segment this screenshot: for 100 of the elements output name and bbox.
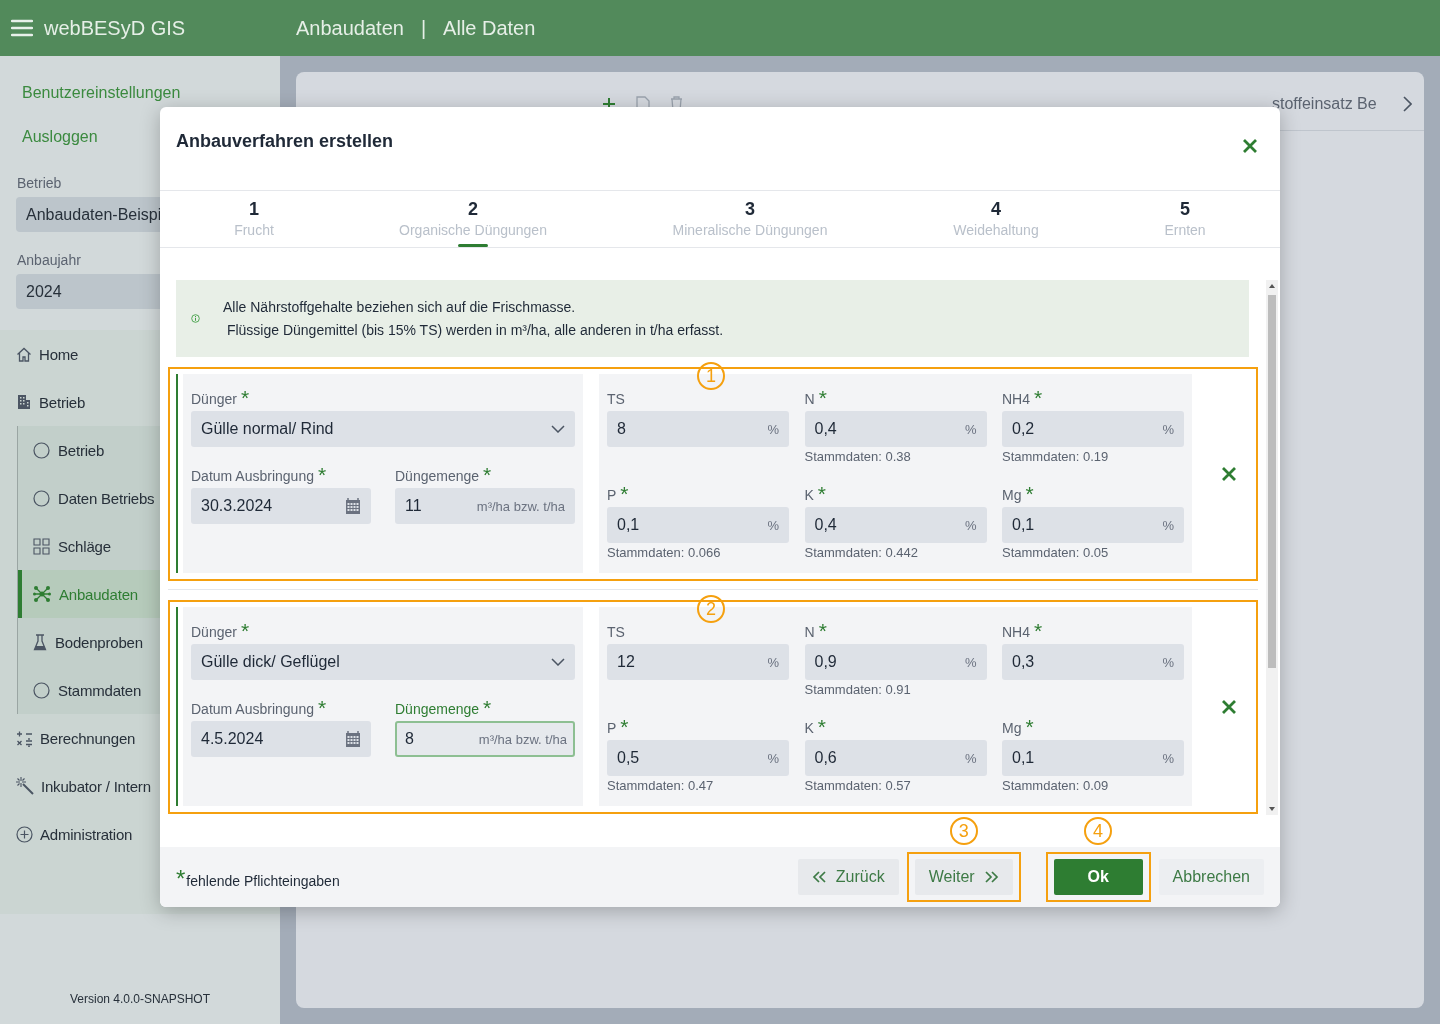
unit-label: % — [767, 517, 779, 533]
unit-label: % — [767, 654, 779, 670]
required-mark: * — [818, 620, 827, 641]
double-chevron-left-icon — [811, 871, 826, 883]
input-field[interactable]: 11 m³/ha bzw. t/ha — [395, 488, 575, 524]
next-button[interactable]: Weiter — [914, 859, 1013, 895]
menu-icon[interactable] — [11, 19, 33, 37]
dropdown[interactable]: Gülle normal/ Rind — [191, 411, 575, 447]
calculator-icon — [16, 729, 33, 747]
grid-icon — [33, 537, 50, 555]
unit-label: % — [964, 750, 977, 766]
input-field[interactable]: 0,3 % — [1002, 644, 1184, 680]
reference-value: Stammdaten: 0.19 — [1002, 448, 1110, 465]
required-mark: * — [317, 697, 327, 718]
input-field[interactable]: 0,9 % — [804, 644, 987, 680]
reference-value: Stammdaten: 0.066 — [607, 544, 722, 561]
input-field[interactable]: 0,1 % — [607, 507, 789, 543]
input-field[interactable]: 0,1 % — [1002, 507, 1184, 543]
reference-value: Stammdaten: 0.442 — [804, 544, 919, 561]
breadcrumb-separator: | — [420, 16, 427, 40]
step-marker: 2 — [697, 595, 725, 623]
network-icon — [33, 585, 51, 603]
input-field[interactable]: 0,5 % — [607, 740, 789, 776]
scrollbar[interactable] — [1266, 280, 1278, 815]
field-label: N — [804, 390, 815, 408]
step-tab[interactable]: 3 Mineralische Düngungen — [598, 191, 902, 247]
field-label: TS — [607, 623, 625, 641]
double-chevron-right-icon — [984, 871, 999, 883]
field-label: Datum Ausbringung — [191, 700, 314, 718]
cancel-button[interactable]: Abbrechen — [1158, 859, 1264, 895]
dialog-title: Anbauverfahren erstellen — [176, 130, 394, 152]
required-mark: * — [818, 387, 827, 408]
step-tab[interactable]: 5 Ernten — [1090, 191, 1280, 247]
nav-item[interactable]: Administration — [0, 810, 280, 858]
info-text: Flüssige Düngemittel (bis 15% TS) werden in m³/ha, alle anderen in t/ha erfasst. — [225, 320, 724, 340]
field-label: Düngemenge — [395, 467, 480, 485]
unit-label: % — [964, 654, 977, 670]
field-label: N — [804, 623, 815, 641]
reference-value: Stammdaten: 0.09 — [1002, 777, 1110, 794]
required-mark: * — [1025, 483, 1034, 504]
reference-value: Stammdaten: 0.57 — [804, 777, 912, 794]
delete-icon[interactable] — [1221, 465, 1237, 482]
required-mark: * — [620, 716, 629, 737]
required-mark: * — [620, 483, 629, 504]
input-field[interactable]: 12 % — [607, 644, 789, 680]
reference-value: Stammdaten: 0.47 — [607, 777, 715, 794]
step-tab[interactable]: 4 Weidehaltung — [902, 191, 1090, 247]
required-mark: * — [1034, 620, 1043, 641]
field-label: Düngemenge — [395, 700, 480, 718]
input-field[interactable]: 0,4 % — [804, 411, 987, 447]
caret-icon — [551, 658, 565, 666]
step-marker: 4 — [1084, 817, 1113, 845]
unit-label: % — [964, 421, 977, 437]
unit-label: % — [1162, 517, 1174, 533]
field-label: Betrieb — [17, 174, 62, 193]
circle-icon — [33, 489, 50, 507]
field-label: Dünger — [191, 623, 237, 641]
input-field[interactable]: 0,4 % — [804, 507, 987, 543]
input-field[interactable]: 0,2 % — [1002, 411, 1184, 447]
required-mark: * — [817, 716, 827, 737]
nav-item[interactable]: Inkubator / Intern — [0, 762, 280, 810]
input-field[interactable]: 8 m³/ha bzw. t/ha — [395, 721, 575, 757]
field-label: Anbaujahr — [17, 251, 81, 270]
app-title: webBESyD GIS — [44, 16, 186, 40]
calendar-icon — [345, 498, 361, 514]
chevron-right-icon[interactable] — [1402, 96, 1412, 112]
dropdown[interactable]: Gülle dick/ Geflügel — [191, 644, 575, 680]
legend-text: *fehlende Pflichteingaben — [176, 865, 340, 889]
plus-circle-icon — [16, 825, 33, 843]
unit-label: % — [767, 750, 779, 766]
step-marker: 1 — [697, 362, 725, 390]
required-mark: * — [240, 620, 250, 641]
field-label: TS — [607, 390, 625, 408]
required-mark: * — [817, 483, 827, 504]
required-mark: * — [483, 697, 492, 718]
input-field[interactable]: 30.3.2024 — [191, 488, 371, 524]
input-field[interactable]: 4.5.2024 — [191, 721, 371, 757]
unit-label: % — [1162, 750, 1174, 766]
field-label: NH4 — [1002, 623, 1030, 641]
circle-icon — [33, 681, 50, 699]
tab[interactable]: stoffeinsatz Be — [1272, 95, 1377, 113]
input-field[interactable]: 0,6 % — [804, 740, 987, 776]
unit-label: % — [1162, 654, 1174, 670]
field-label: K — [804, 486, 814, 504]
required-mark: * — [240, 387, 250, 408]
home-icon — [16, 346, 32, 362]
info-icon — [191, 314, 200, 323]
unit-label: % — [1162, 421, 1174, 437]
nav-item[interactable]: Schläge — [18, 522, 280, 570]
step-tab[interactable]: 2 Organische Düngungen — [348, 191, 598, 247]
flask-icon — [33, 633, 47, 651]
back-button[interactable]: Zurück — [797, 859, 899, 895]
required-mark: * — [1025, 716, 1034, 737]
field-label: Mg — [1002, 719, 1022, 737]
close-icon[interactable] — [1242, 138, 1258, 154]
input-field[interactable]: 0,1 % — [1002, 740, 1184, 776]
field-label: Dünger — [191, 390, 237, 408]
input-field[interactable]: 8 % — [607, 411, 789, 447]
ok-button[interactable]: Ok — [1053, 859, 1143, 895]
delete-icon[interactable] — [1221, 698, 1237, 715]
